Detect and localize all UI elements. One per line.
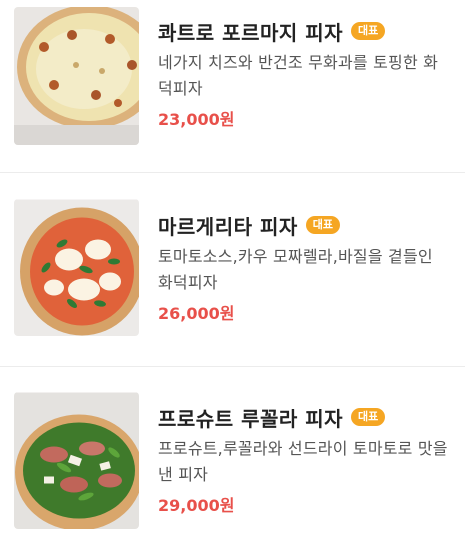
pizza-image[interactable] [14, 199, 139, 336]
item-name: 프로슈트 루꼴라 피자 [158, 406, 344, 431]
item-name: 마르게리타 피자 [158, 214, 298, 239]
menu-item-quattro-formaggi[interactable]: 콰트로 포르마지 피자 대표 네가지 치즈와 반건조 무화과를 토핑한 화덕피자… [0, 0, 465, 172]
pizza-image[interactable] [14, 7, 139, 145]
menu-list: 콰트로 포르마지 피자 대표 네가지 치즈와 반건조 무화과를 토핑한 화덕피자… [0, 0, 465, 554]
featured-badge: 대표 [351, 408, 386, 426]
menu-item-margherita[interactable]: 마르게리타 피자 대표 토마토소스,카우 모짜렐라,바질을 곁들인 화덕피자 2… [0, 173, 465, 366]
pizza-quattro-formaggi-icon [14, 7, 139, 145]
item-name: 콰트로 포르마지 피자 [158, 20, 344, 45]
item-price: 26,000원 [158, 304, 235, 323]
item-price: 23,000원 [158, 110, 235, 129]
item-description: 네가지 치즈와 반건조 무화과를 토핑한 화덕피자 [158, 53, 439, 98]
item-price: 29,000원 [158, 496, 235, 515]
item-info: 콰트로 포르마지 피자 대표 네가지 치즈와 반건조 무화과를 토핑한 화덕피자… [158, 14, 455, 130]
item-description: 프로슈트,루꼴라와 선드라이 토마토로 맛을 낸 피자 [158, 439, 448, 484]
item-description: 토마토소스,카우 모짜렐라,바질을 곁들인 화덕피자 [158, 247, 433, 292]
pizza-image[interactable] [14, 392, 139, 529]
item-info: 프로슈트 루꼴라 피자 대표 프로슈트,루꼴라와 선드라이 토마토로 맛을 낸 … [158, 400, 455, 516]
featured-badge: 대표 [351, 22, 386, 40]
featured-badge: 대표 [305, 216, 341, 234]
pizza-margherita-icon [14, 199, 139, 336]
item-info: 마르게리타 피자 대표 토마토소스,카우 모짜렐라,바질을 곁들인 화덕피자 2… [158, 208, 455, 324]
menu-item-prosciutto-rucola[interactable]: 프로슈트 루꼴라 피자 대표 프로슈트,루꼴라와 선드라이 토마토로 맛을 낸 … [0, 367, 465, 554]
pizza-prosciutto-rucola-icon [14, 392, 139, 529]
